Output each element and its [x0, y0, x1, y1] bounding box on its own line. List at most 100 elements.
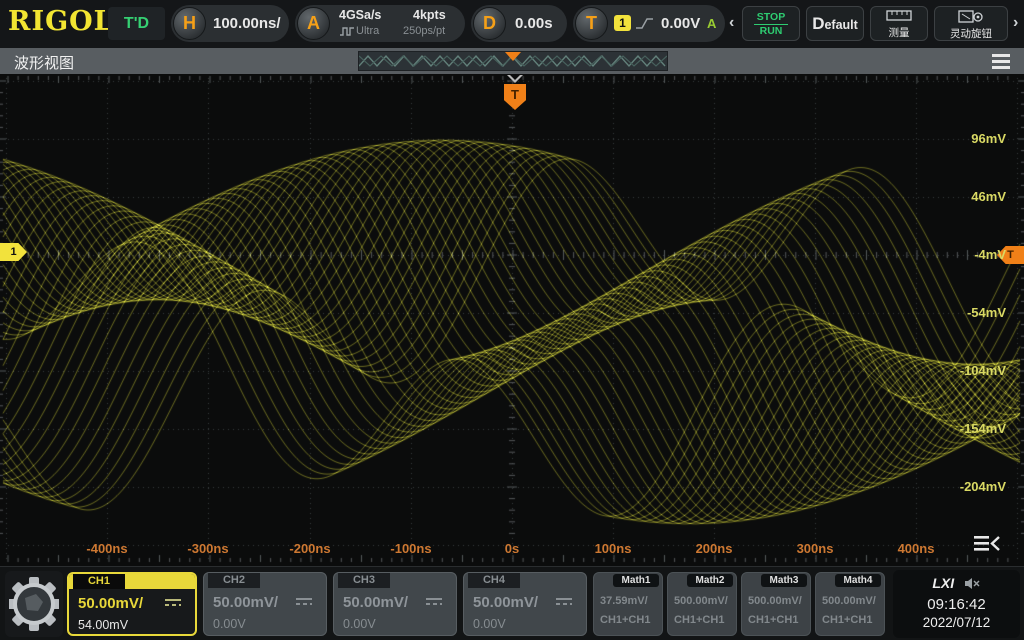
- ch1-tab[interactable]: CH1: [73, 574, 125, 589]
- ch1-scale[interactable]: 50.00mV/: [78, 595, 143, 612]
- toolbar-scroll-left[interactable]: ‹: [729, 14, 734, 32]
- knob-gear-icon: [958, 9, 984, 23]
- math4-expr: CH1+CH1: [822, 614, 872, 626]
- ch1-offset[interactable]: 54.00mV: [78, 618, 128, 632]
- ruler-icon: [886, 10, 912, 21]
- rising-edge-icon: [635, 16, 655, 31]
- x-tick-300ns: 300ns: [783, 541, 847, 556]
- delay-knob[interactable]: D: [473, 7, 506, 40]
- y-tick--204mv: -204mV: [936, 479, 1006, 494]
- trigger-status-badge: T'D: [108, 7, 165, 40]
- clock-time: 09:16:42: [893, 596, 1020, 613]
- math4-tab[interactable]: Math4: [835, 574, 881, 587]
- timebase-scale[interactable]: 100.00ns/: [213, 15, 281, 32]
- ch3-dc-coupling-icon: [426, 598, 442, 605]
- channel-card-ch2[interactable]: CH2 50.00mV/ 0.00V: [203, 572, 327, 636]
- quick-knob-label: 灵动旋钮: [935, 26, 1007, 41]
- channel-card-ch1[interactable]: CH1 50.00mV/ 54.00mV: [67, 572, 197, 636]
- math4-scale: 500.00mV/: [822, 595, 876, 607]
- ch2-offset[interactable]: 0.00V: [213, 617, 246, 631]
- x-tick--300ns: -300ns: [176, 541, 240, 556]
- math1-tab[interactable]: Math1: [613, 574, 659, 587]
- math1-expr: CH1+CH1: [600, 614, 650, 626]
- horizontal-offset[interactable]: 0.00s: [515, 15, 553, 32]
- x-tick--200ns: -200ns: [278, 541, 342, 556]
- math2-tab[interactable]: Math2: [687, 574, 733, 587]
- quick-knob-button[interactable]: 灵动旋钮: [934, 6, 1008, 41]
- view-title: 波形视图: [14, 52, 74, 73]
- home-gear-button[interactable]: [5, 571, 63, 637]
- channel-card-ch4[interactable]: CH4 50.00mV/ 0.00V: [463, 572, 587, 636]
- default-rest: efault: [824, 18, 857, 32]
- math3-scale: 500.00mV/: [748, 595, 802, 607]
- toolbar-scroll-right[interactable]: ›: [1013, 14, 1018, 32]
- lxi-label: LXI: [932, 575, 954, 591]
- default-cap: D: [812, 14, 824, 33]
- x-tick-400ns: 400ns: [884, 541, 948, 556]
- trigger-knob[interactable]: T: [575, 7, 608, 40]
- math1-scale: 37.59mV/: [600, 595, 648, 607]
- collapse-menu-icon[interactable]: [972, 534, 1002, 554]
- memory-depth: 4kpts: [413, 8, 446, 22]
- y-tick--4mv: -4mV: [936, 247, 1006, 262]
- trigger-level[interactable]: 0.00V: [661, 15, 700, 32]
- ch2-dc-coupling-icon: [296, 598, 312, 605]
- rigol-logo: RIGOL: [8, 6, 114, 37]
- default-button[interactable]: Default: [806, 6, 864, 41]
- math-card-math3[interactable]: Math3 500.00mV/ CH1+CH1: [741, 572, 811, 636]
- ch4-offset[interactable]: 0.00V: [473, 617, 506, 631]
- ch2-scale[interactable]: 50.00mV/: [213, 594, 278, 611]
- x-tick-200ns: 200ns: [682, 541, 746, 556]
- math3-expr: CH1+CH1: [748, 614, 798, 626]
- x-tick-0s: 0s: [480, 541, 544, 556]
- trigger-source-badge[interactable]: 1: [614, 15, 631, 31]
- math2-scale: 500.00mV/: [674, 595, 728, 607]
- channel-card-ch3[interactable]: CH3 50.00mV/ 0.00V: [333, 572, 457, 636]
- ch2-tab[interactable]: CH2: [208, 573, 260, 588]
- measure-button[interactable]: 测量: [870, 6, 928, 41]
- y-tick--54mv: -54mV: [936, 305, 1006, 320]
- stop-label: STOP: [754, 11, 788, 25]
- measure-label: 测量: [871, 25, 927, 40]
- y-tick-46mv: 46mV: [936, 189, 1006, 204]
- ch4-tab[interactable]: CH4: [468, 573, 520, 588]
- ch3-tab[interactable]: CH3: [338, 573, 390, 588]
- run-label: RUN: [743, 25, 799, 37]
- sample-interval: 250ps/pt: [403, 25, 445, 37]
- acquisition-group[interactable]: A 4GSa/s Ultra 4kpts 250ps/pt: [295, 5, 465, 42]
- waveform-display[interactable]: T 1 T 96mV 46mV -4mV -54mV -104mV -154mV…: [0, 74, 1024, 566]
- acquire-knob[interactable]: A: [297, 7, 330, 40]
- system-status-block[interactable]: LXI 09:16:42 2022/07/12: [893, 570, 1020, 638]
- math3-tab[interactable]: Math3: [761, 574, 807, 587]
- sample-rate: 4GSa/s: [339, 8, 381, 22]
- horizontal-group[interactable]: H 100.00ns/: [171, 5, 289, 42]
- ch1-dc-coupling-icon: [165, 599, 181, 606]
- speaker-muted-icon[interactable]: [964, 577, 981, 590]
- math-card-math4[interactable]: Math4 500.00mV/ CH1+CH1: [815, 572, 885, 636]
- ch4-dc-coupling-icon: [556, 598, 572, 605]
- waveform-canvas[interactable]: [0, 74, 1024, 566]
- gear-icon: [9, 575, 59, 633]
- x-tick--100ns: -100ns: [379, 541, 443, 556]
- ch3-offset[interactable]: 0.00V: [343, 617, 376, 631]
- bottom-status-bar: CH1 50.00mV/ 54.00mV CH2 50.00mV/ 0.00V …: [0, 566, 1024, 640]
- menu-icon[interactable]: [992, 54, 1010, 72]
- ch4-scale[interactable]: 50.00mV/: [473, 594, 538, 611]
- x-tick--400ns: -400ns: [75, 541, 139, 556]
- trigger-sweep-mode: A: [707, 16, 716, 31]
- y-tick-96mv: 96mV: [936, 131, 1006, 146]
- top-toolbar: RIGOL T'D H 100.00ns/ A 4GSa/s Ultra 4kp…: [0, 0, 1024, 48]
- view-title-bar: 波形视图: [0, 48, 1024, 74]
- math-card-math1[interactable]: Math1 37.59mV/ CH1+CH1: [593, 572, 663, 636]
- oscilloscope-screen: RIGOL T'D H 100.00ns/ A 4GSa/s Ultra 4kp…: [0, 0, 1024, 640]
- delay-group[interactable]: D 0.00s: [471, 5, 567, 42]
- ch3-scale[interactable]: 50.00mV/: [343, 594, 408, 611]
- trigger-group[interactable]: T 1 0.00V A: [573, 5, 725, 42]
- horizontal-knob[interactable]: H: [173, 7, 206, 40]
- ultra-mode-icon: [339, 25, 356, 37]
- overview-trigger-marker[interactable]: [505, 52, 521, 61]
- waveform-overview-strip[interactable]: [358, 51, 668, 71]
- acq-mode-row: Ultra: [339, 24, 379, 42]
- stop-run-button[interactable]: STOP RUN: [742, 6, 800, 41]
- math-card-math2[interactable]: Math2 500.00mV/ CH1+CH1: [667, 572, 737, 636]
